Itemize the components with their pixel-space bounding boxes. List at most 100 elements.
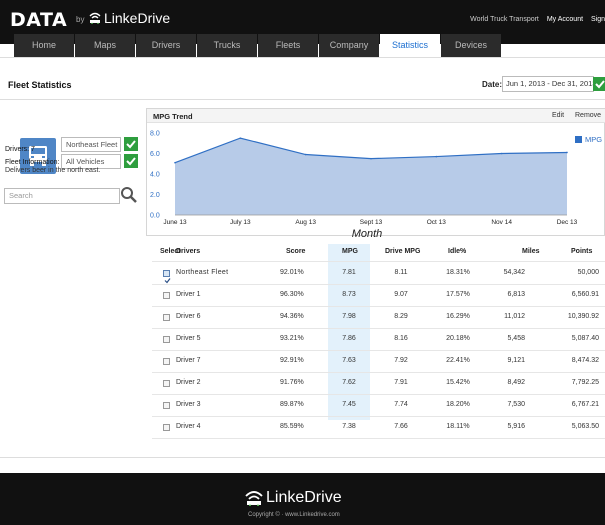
tab-fleets[interactable]: Fleets (258, 34, 318, 57)
tab-company[interactable]: Company (319, 34, 379, 57)
checkmark-icon (595, 80, 605, 89)
logo-by-text: by (76, 15, 85, 24)
date-label: Date: (482, 80, 503, 89)
table-header-miles[interactable]: Miles (522, 248, 540, 255)
sign-link[interactable]: Sign (591, 16, 605, 23)
vehicle-apply-button[interactable] (124, 154, 138, 168)
cell-miles: 9,121 (507, 357, 525, 364)
mpg-data-point (370, 157, 372, 160)
cell-score: 93.21% (280, 335, 304, 342)
row-select-checkbox[interactable] (163, 402, 170, 409)
page-title: Fleet Statistics (8, 80, 72, 90)
table-header-points[interactable]: Points (571, 248, 592, 255)
row-select-checkbox[interactable] (163, 314, 170, 321)
search-input[interactable]: Search (4, 188, 120, 204)
checkmark-icon (164, 278, 171, 284)
cell-mpg: 8.73 (342, 291, 356, 298)
data-logo[interactable]: DATA (10, 9, 67, 31)
fleet-info-text: Delivers beer in the north east. (5, 167, 101, 174)
my-account-link[interactable]: My Account (547, 16, 583, 23)
x-tick-label: Dec 13 (557, 219, 578, 226)
checkmark-icon (126, 157, 136, 166)
date-apply-button[interactable] (593, 77, 605, 91)
row-select-checkbox[interactable] (163, 270, 171, 284)
row-select-checkbox[interactable] (163, 380, 170, 387)
y-tick-label: 4.0 (150, 172, 160, 179)
cell-drive-mpg: 7.92 (394, 357, 408, 364)
chart-edit-link[interactable]: Edit (552, 112, 564, 119)
wifi-signal-icon (245, 491, 263, 506)
wifi-signal-icon (89, 12, 101, 24)
table-header-drivers[interactable]: Drivers (176, 248, 200, 255)
cell-idle: 18.20% (446, 401, 470, 408)
cell-points: 6,560.91 (571, 291, 599, 298)
cell-drivers: Driver 3 (176, 401, 201, 408)
mpg-data-point (304, 153, 307, 156)
table-header-idle[interactable]: Idle% (448, 248, 466, 255)
fleet-select[interactable]: Northeast Fleet (61, 137, 121, 152)
cell-mpg: 7.81 (342, 269, 356, 276)
top-right-links: World Truck Transport My Account Sign (464, 16, 605, 23)
cell-points: 50,000 (577, 269, 599, 276)
cell-drivers: Driver 1 (176, 291, 201, 298)
mpg-data-point (435, 155, 438, 158)
tab-trucks[interactable]: Trucks (197, 34, 257, 57)
cell-score: 85.59% (280, 423, 304, 430)
y-tick-label: 6.0 (150, 151, 160, 158)
cell-mpg: 7.98 (342, 313, 356, 320)
checkmark-icon (126, 140, 136, 149)
cell-points: 5,087.40 (571, 335, 599, 342)
cell-miles: 5,916 (507, 423, 525, 430)
legend-label: MPG (585, 135, 603, 144)
footer-brand: LinkeDrive (266, 489, 342, 506)
cell-points: 5,063.50 (571, 423, 599, 430)
tab-devices[interactable]: Devices (441, 34, 501, 57)
cell-score: 89.87% (280, 401, 304, 408)
x-axis-title: Month (352, 228, 383, 237)
cell-drive-mpg: 7.74 (394, 401, 408, 408)
row-select-checkbox[interactable] (163, 424, 170, 431)
row-select-checkbox[interactable] (163, 358, 170, 365)
table-header-mpg[interactable]: MPG (342, 248, 358, 255)
y-tick-label: 0.0 (150, 213, 160, 220)
content-divider (0, 457, 605, 458)
cell-idle: 16.29% (446, 313, 470, 320)
mpg-trend-panel: MPG Trend Edit Remove 0.0 2.0 4.0 6.0 8.0 Jun… (146, 108, 605, 237)
cell-mpg: 7.62 (342, 379, 356, 386)
cell-points: 8,474.32 (571, 357, 599, 364)
cell-idle: 15.42% (446, 379, 470, 386)
cell-drive-mpg: 8.29 (394, 313, 408, 320)
cell-miles: 5,458 (507, 335, 525, 342)
mpg-data-point (174, 161, 176, 164)
cell-idle: 18.11% (446, 423, 470, 430)
chart-remove-link[interactable]: Remove (575, 112, 601, 119)
x-tick-label: Sept 13 (360, 219, 383, 226)
x-tick-label: Aug 13 (295, 219, 316, 226)
row-select-checkbox[interactable] (163, 336, 170, 343)
row-select-checkbox[interactable] (163, 292, 170, 299)
app-root: DATA by LinkeDrive World Truck Transport… (0, 0, 605, 525)
fleet-apply-button[interactable] (124, 137, 138, 151)
search-icon[interactable] (120, 186, 138, 204)
row-divider (152, 438, 605, 439)
cell-idle: 20.18% (446, 335, 470, 342)
mpg-data-point (239, 137, 242, 139)
cell-miles: 54,342 (503, 269, 525, 276)
table-header-drive-mpg[interactable]: Drive MPG (385, 248, 420, 255)
tab-maps[interactable]: Maps (75, 34, 135, 57)
date-range-select[interactable]: Jun 1, 2013 - Dec 31, 2013 (502, 76, 594, 92)
tab-home[interactable]: Home (14, 34, 74, 57)
mpg-data-point (500, 152, 503, 155)
tab-drivers[interactable]: Drivers (136, 34, 196, 57)
mpg-area-fill (175, 138, 567, 215)
drivers-count: Drivers: 7 (5, 146, 35, 153)
tab-statistics[interactable]: Statistics (380, 34, 440, 57)
cell-drivers: Driver 4 (176, 423, 201, 430)
brand-name: LinkeDrive (104, 10, 171, 26)
cell-score: 91.76% (280, 379, 304, 386)
table-header-score[interactable]: Score (286, 248, 305, 255)
main-nav: Home Maps Drivers Trucks Fleets Company … (14, 34, 502, 57)
cell-miles: 7,530 (507, 401, 525, 408)
company-name: World Truck Transport (470, 16, 539, 23)
x-tick-label: Nov 14 (491, 219, 512, 226)
